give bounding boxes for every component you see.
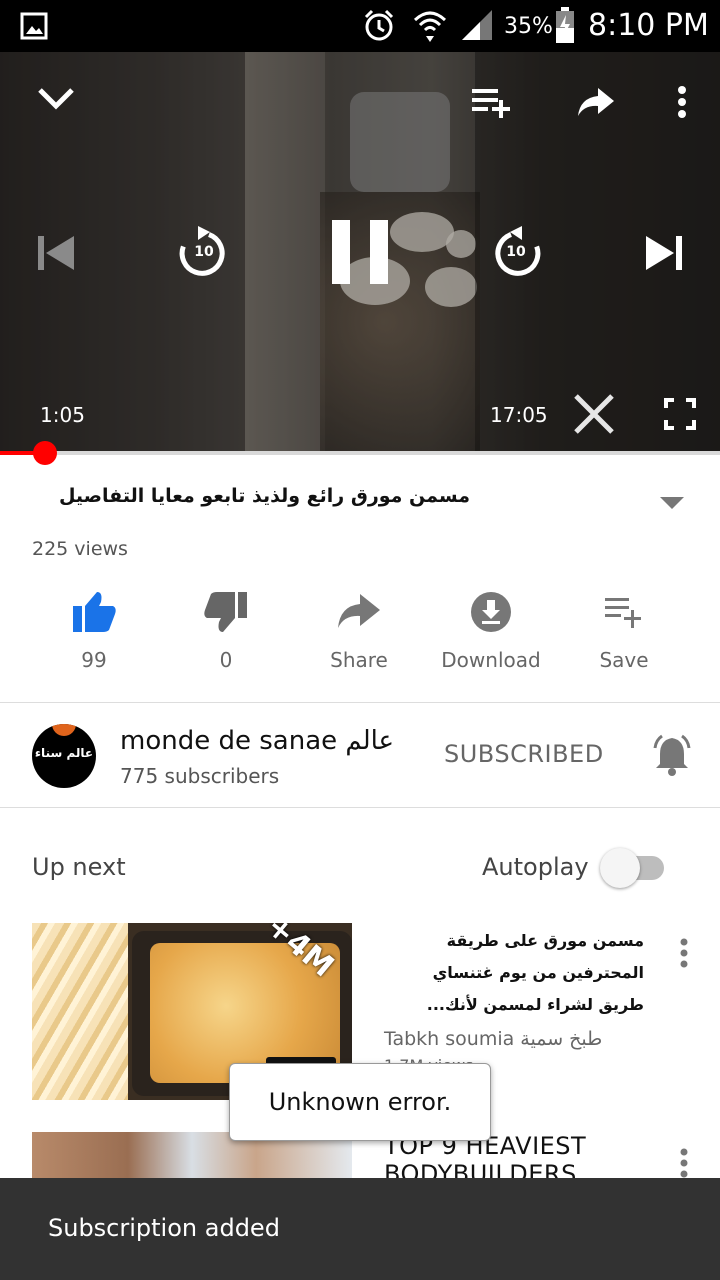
autoplay-label: Autoplay: [482, 853, 589, 881]
video-title-line: المحترفين من يوم غتنساي: [432, 963, 644, 982]
divider: [0, 807, 720, 808]
add-to-playlist-icon[interactable]: [470, 86, 514, 120]
total-time: 17:05: [490, 403, 548, 427]
share-icon: [338, 594, 380, 628]
battery-percent: 35%: [504, 14, 553, 39]
dislike-count: 0: [219, 648, 233, 672]
video-title: مسمن مورق رائع ولذيذ تابعو معايا التفاصي…: [58, 485, 470, 507]
download-label: Download: [441, 648, 541, 672]
forward-seconds: 10: [506, 244, 526, 260]
download-icon: [471, 592, 511, 632]
forward-10-button[interactable]: 10: [488, 222, 544, 282]
signal-icon: [462, 10, 492, 40]
snackbar: Subscription added: [0, 1178, 720, 1280]
progress-track[interactable]: [0, 451, 720, 455]
share-button[interactable]: Share: [304, 590, 414, 672]
video-title-line: مسمن مورق على طريقة: [446, 931, 644, 950]
expand-description-icon[interactable]: [658, 495, 686, 511]
subscribe-button[interactable]: SUBSCRIBED: [444, 740, 604, 768]
up-next-label: Up next: [32, 853, 126, 881]
notification-bell-icon[interactable]: [652, 734, 692, 776]
view-count: 225 views: [32, 538, 128, 560]
fullscreen-icon[interactable]: [664, 398, 696, 430]
save-button[interactable]: Save: [569, 590, 679, 672]
collapse-icon[interactable]: [36, 84, 76, 114]
pause-icon[interactable]: [330, 218, 390, 286]
divider: [0, 702, 720, 703]
video-title[interactable]: مسمن مورق على طريقة المحترفين من يوم غتن…: [384, 925, 644, 1021]
like-count: 99: [81, 648, 107, 672]
previous-icon[interactable]: [36, 232, 76, 274]
share-icon[interactable]: [576, 86, 616, 120]
rewind-10-button[interactable]: 10: [176, 222, 232, 282]
wifi-icon: [413, 11, 447, 42]
video-channel: Tabkh soumia طبخ سمية: [384, 1028, 603, 1050]
avatar-text: عالم سناء: [34, 746, 94, 760]
more-icon[interactable]: [678, 938, 690, 968]
download-button[interactable]: Download: [436, 590, 546, 672]
more-icon[interactable]: [678, 1148, 690, 1178]
more-icon[interactable]: [672, 84, 692, 122]
error-toast: Unknown error.: [229, 1063, 491, 1141]
autoplay-toggle-knob[interactable]: [600, 848, 640, 888]
subscriber-count: 775 subscribers: [120, 764, 280, 788]
dislike-icon: [204, 592, 247, 632]
thumbnail-layered-bread: [32, 923, 128, 1100]
rewind-seconds: 10: [194, 244, 214, 260]
avatar-flame: [52, 724, 76, 736]
share-label: Share: [330, 648, 388, 672]
like-button[interactable]: 99: [39, 590, 149, 672]
status-bar: 35% 8:10 PM: [0, 0, 720, 52]
save-icon: [605, 598, 641, 628]
like-icon: [73, 592, 116, 632]
snackbar-message: Subscription added: [48, 1214, 280, 1242]
scrubber-handle[interactable]: [33, 441, 58, 465]
battery-icon: [556, 7, 574, 43]
next-icon[interactable]: [644, 232, 684, 274]
video-player[interactable]: 10 10 1:05 17:05: [0, 52, 720, 452]
channel-avatar[interactable]: عالم سناء: [32, 724, 96, 788]
gallery-icon: [20, 12, 48, 40]
close-icon[interactable]: [572, 392, 616, 436]
save-label: Save: [599, 648, 649, 672]
current-time: 1:05: [40, 403, 85, 427]
toast-message: Unknown error.: [268, 1088, 452, 1116]
clock: 8:10 PM: [588, 8, 709, 43]
video-title-line: طريق لشراء لمسمن لأنك...: [426, 995, 644, 1014]
alarm-icon: [364, 9, 394, 41]
dislike-button[interactable]: 0: [171, 590, 281, 672]
channel-name[interactable]: monde de sanae عالم: [120, 726, 394, 756]
